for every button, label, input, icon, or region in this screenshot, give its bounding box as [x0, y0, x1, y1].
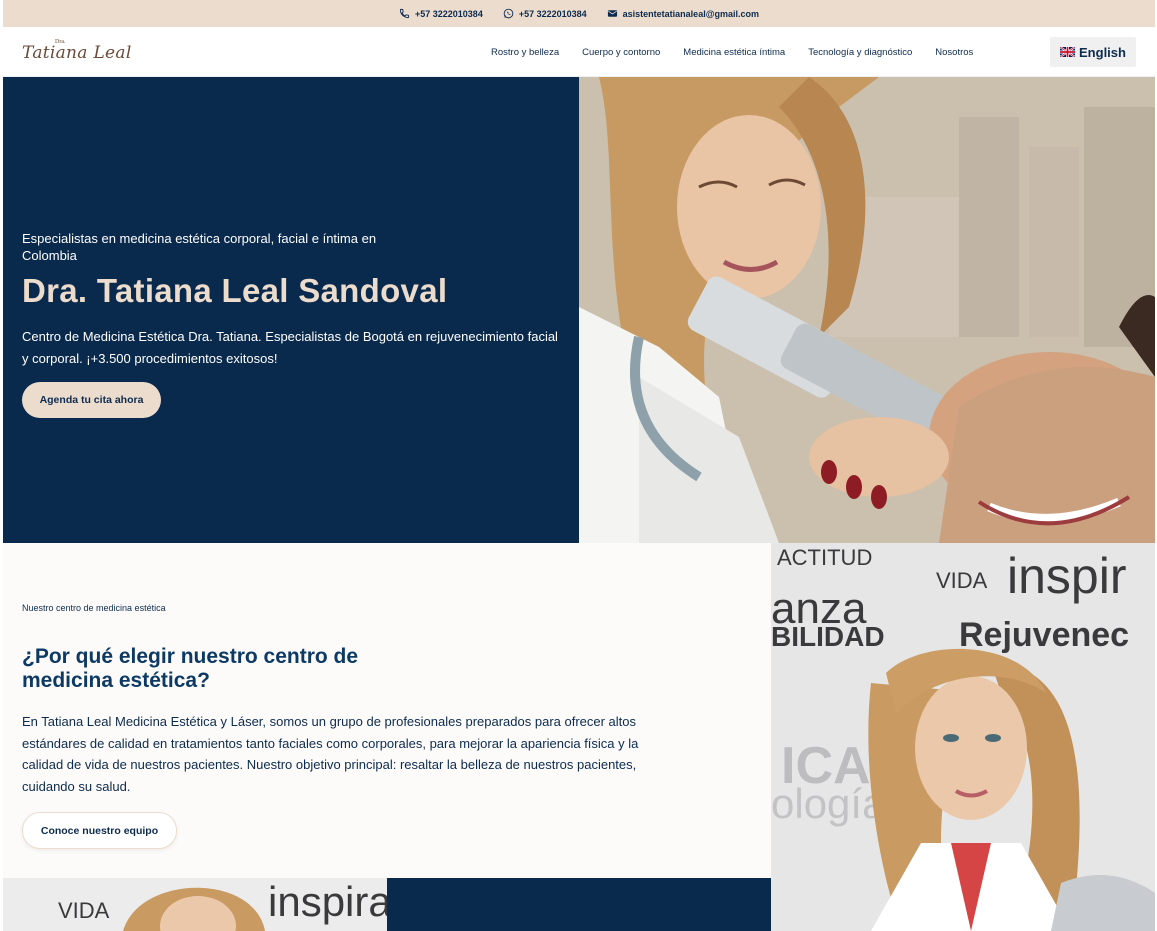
wall-word: VIDA	[58, 898, 110, 923]
phone-link[interactable]: +57 3222010384	[399, 8, 483, 19]
doctor-portrait-illustration: ACTITUD VIDA inspir anza BILIDAD Rejuven…	[771, 543, 1155, 931]
hero-title: Dra. Tatiana Leal Sandoval	[22, 272, 448, 309]
wall-word: inspir	[1007, 548, 1126, 604]
nav-item-cuerpo[interactable]: Cuerpo y contorno	[582, 47, 660, 58]
wall-word: BILIDAD	[771, 621, 885, 652]
why-choose-section: Nuestro centro de medicina estética ¿Por…	[3, 543, 771, 878]
hero-description: Centro de Medicina Estética Dra. Tatiana…	[22, 329, 558, 366]
logo-script: Tatiana Leal	[22, 43, 132, 63]
hero-eyebrow: Especialistas en medicina estética corpo…	[22, 231, 377, 263]
site-header: Dra. Tatiana Leal Rostro y belleza Cuerp…	[3, 27, 1155, 77]
nav-item-nosotros[interactable]: Nosotros	[935, 47, 973, 58]
team-photo-strip: VIDA inspirac	[3, 878, 387, 931]
meet-team-button[interactable]: Conoce nuestro equipo	[22, 812, 177, 849]
wall-word: ACTITUD	[777, 545, 872, 570]
hero-section: Especialistas en medicina estética corpo…	[3, 77, 1155, 543]
main-nav: Rostro y belleza Cuerpo y contorno Medic…	[491, 27, 996, 77]
why-eyebrow: Nuestro centro de medicina estética	[22, 603, 166, 613]
email-address: asistentetatianaleal@gmail.com	[622, 8, 759, 19]
nav-item-rostro[interactable]: Rostro y belleza	[491, 47, 559, 58]
wall-word: inspirac	[268, 878, 387, 925]
mail-icon	[607, 8, 618, 19]
email-link[interactable]: asistentetatianaleal@gmail.com	[607, 8, 759, 19]
doctor-portrait-photo: ACTITUD VIDA inspir anza BILIDAD Rejuven…	[771, 543, 1155, 931]
wall-word: Rejuvenec	[959, 616, 1129, 654]
hero-text-panel: Especialistas en medicina estética corpo…	[3, 77, 579, 543]
nav-item-intima[interactable]: Medicina estética íntima	[683, 47, 785, 58]
language-label: English	[1079, 44, 1126, 60]
team-photo-illustration: VIDA inspirac	[3, 878, 387, 931]
language-switcher[interactable]: English	[1050, 37, 1136, 67]
why-title: ¿Por qué elegir nuestro centro de medici…	[22, 645, 359, 692]
hero-photo	[579, 77, 1155, 543]
uk-flag-icon	[1060, 47, 1076, 57]
site-logo[interactable]: Dra. Tatiana Leal	[22, 39, 131, 66]
whatsapp-number: +57 3222010384	[518, 8, 587, 19]
bottom-navy-block	[387, 878, 771, 931]
wall-word: VIDA	[936, 568, 988, 593]
doctor-treatment-illustration	[579, 77, 1155, 543]
nav-item-tecnologia[interactable]: Tecnología y diagnóstico	[808, 47, 912, 58]
phone-icon	[399, 8, 410, 19]
why-description: En Tatiana Leal Medicina Estética y Láse…	[22, 714, 639, 794]
top-contact-bar: +57 3222010384 +57 3222010384 asistentet…	[3, 0, 1155, 27]
whatsapp-link[interactable]: +57 3222010384	[503, 8, 587, 19]
phone-number: +57 3222010384	[415, 8, 483, 19]
wall-word: ología	[771, 780, 886, 827]
book-appointment-button[interactable]: Agenda tu cita ahora	[22, 382, 161, 418]
whatsapp-icon	[503, 8, 514, 19]
